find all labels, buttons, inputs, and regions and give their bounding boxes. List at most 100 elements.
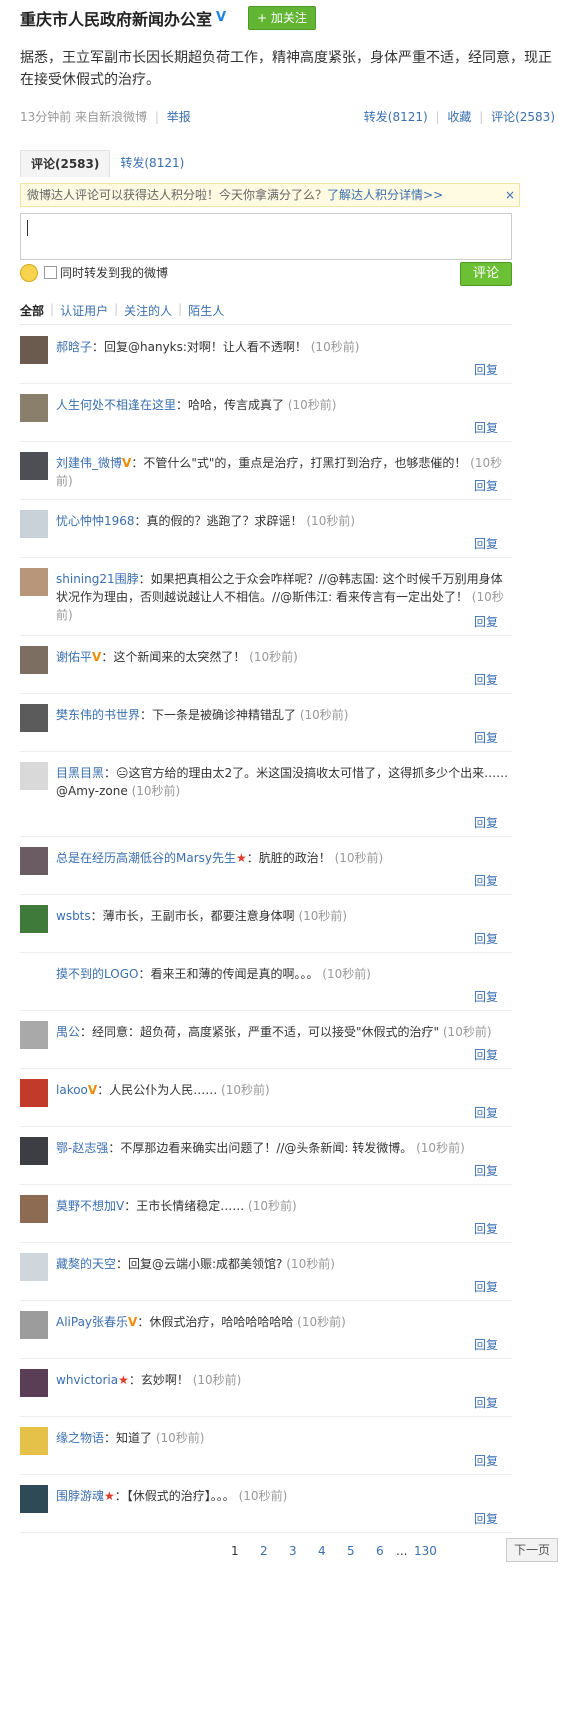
comment-username[interactable]: 郝晗子 — [56, 340, 92, 354]
favorite-link[interactable]: 收藏 — [447, 110, 471, 124]
repost-checkbox[interactable] — [44, 266, 57, 279]
comment-submit-button[interactable]: 评论 — [460, 262, 512, 286]
reply-link[interactable]: 回复 — [474, 1452, 498, 1469]
comment-username[interactable]: lakoo — [56, 1083, 88, 1097]
reply-link[interactable]: 回复 — [474, 477, 498, 494]
next-page-button[interactable]: 下一页 — [506, 1538, 558, 1562]
avatar[interactable] — [20, 1485, 48, 1513]
page-link-4[interactable]: 4 — [318, 1544, 326, 1558]
comment-username[interactable]: 藏獒的天空 — [56, 1257, 116, 1271]
comment-input[interactable] — [20, 213, 512, 260]
page-link-1[interactable]: 1 — [231, 1544, 239, 1558]
comment-username[interactable]: 刘建伟_微博 — [56, 456, 122, 470]
comment-username[interactable]: 缘之物语 — [56, 1431, 104, 1445]
reply-link[interactable]: 回复 — [474, 1336, 498, 1353]
comment-username[interactable]: whvictoria — [56, 1373, 118, 1387]
reply-link[interactable]: 回复 — [474, 1510, 498, 1527]
comment-username[interactable]: wsbts — [56, 909, 91, 923]
reply-link[interactable]: 回复 — [474, 671, 498, 688]
filter-all[interactable]: 全部 — [20, 302, 44, 319]
reply-link[interactable]: 回复 — [474, 1394, 498, 1411]
tab-bar: 评论(2583) 转发(8121) — [20, 150, 556, 177]
avatar[interactable] — [20, 1021, 48, 1049]
reply-link[interactable]: 回复 — [474, 419, 498, 436]
comment-body: ：知道了 — [104, 1431, 153, 1445]
comment-username[interactable]: 禺公 — [56, 1025, 80, 1039]
avatar[interactable] — [20, 1253, 48, 1281]
verified-icon: V — [128, 1315, 138, 1329]
comment-row: wsbts：薄市长，王副市长，都要注意身体啊 (10秒前) 回复 — [20, 895, 512, 953]
reply-link[interactable]: 回复 — [474, 930, 498, 947]
post-header: 重庆市人民政府新闻办公室 V + 加关注 — [20, 6, 316, 30]
page-link-2[interactable]: 2 — [260, 1544, 268, 1558]
reply-link[interactable]: 回复 — [474, 1162, 498, 1179]
report-link[interactable]: 举报 — [167, 110, 191, 124]
comment-username[interactable]: 樊东伟的书世界 — [56, 708, 140, 722]
close-icon[interactable]: × — [505, 184, 515, 206]
avatar[interactable] — [20, 1079, 48, 1107]
tab-comments[interactable]: 评论(2583) — [20, 150, 111, 177]
avatar[interactable] — [20, 510, 48, 538]
page-link-last[interactable]: 130 — [414, 1544, 437, 1558]
comment-row: 禺公：经同意：超负荷，高度紧张，严重不适，可以接受"休假式的治疗" (10秒前)… — [20, 1011, 512, 1069]
comment-username[interactable]: 忧心忡忡1968 — [56, 514, 135, 528]
comment-username[interactable]: 围脖游魂 — [56, 1489, 104, 1503]
avatar[interactable] — [20, 905, 48, 933]
comment-username[interactable]: 鄂-赵志强 — [56, 1141, 108, 1155]
comment-username[interactable]: shining21围脖 — [56, 572, 139, 586]
comment-text-block: 谢佑平V：这个新闻来的太突然了！ (10秒前) — [56, 648, 510, 666]
comment-username[interactable]: 莫野不想加V — [56, 1199, 124, 1213]
comment-username[interactable]: 目黑目黑 — [56, 766, 104, 780]
avatar[interactable] — [20, 646, 48, 674]
post-time-source[interactable]: 13分钟前 来自新浪微博 — [20, 110, 147, 124]
filter-verified[interactable]: 认证用户 — [60, 302, 108, 319]
avatar[interactable] — [20, 847, 48, 875]
account-name[interactable]: 重庆市人民政府新闻办公室 — [20, 6, 212, 30]
avatar[interactable] — [20, 1427, 48, 1455]
reply-link[interactable]: 回复 — [474, 814, 498, 831]
avatar[interactable] — [20, 336, 48, 364]
comment-body: ：不厚那边看来确实出问题了！//@头条新闻: 转发微博。 — [108, 1141, 413, 1155]
page-link-5[interactable]: 5 — [347, 1544, 355, 1558]
comment-username[interactable]: 总是在经历高潮低谷的Marsy先生 — [56, 851, 236, 865]
comment-time: (10秒前) — [412, 1141, 465, 1155]
notice-link[interactable]: 了解达人积分详情>> — [327, 188, 443, 202]
reply-link[interactable]: 回复 — [474, 1046, 498, 1063]
avatar[interactable] — [20, 963, 48, 991]
reply-link[interactable]: 回复 — [474, 872, 498, 889]
avatar[interactable] — [20, 1137, 48, 1165]
reply-link[interactable]: 回复 — [474, 535, 498, 552]
filter-stranger[interactable]: 陌生人 — [188, 302, 224, 319]
avatar[interactable] — [20, 1195, 48, 1223]
avatar[interactable] — [20, 704, 48, 732]
reply-link[interactable]: 回复 — [474, 361, 498, 378]
emoticon-icon[interactable] — [20, 264, 38, 282]
reply-link[interactable]: 回复 — [474, 988, 498, 1005]
filter-following[interactable]: 关注的人 — [124, 302, 172, 319]
page-link-6[interactable]: 6 — [376, 1544, 384, 1558]
avatar[interactable] — [20, 762, 48, 790]
repost-link[interactable]: 转发(8121) — [364, 110, 428, 124]
repost-checkbox-label[interactable]: 同时转发到我的微博 — [60, 264, 168, 281]
comment-link[interactable]: 评论(2583) — [491, 110, 555, 124]
reply-link[interactable]: 回复 — [474, 1104, 498, 1121]
reply-link[interactable]: 回复 — [474, 1278, 498, 1295]
tab-reposts[interactable]: 转发(8121) — [110, 150, 194, 176]
avatar[interactable] — [20, 452, 48, 480]
follow-button[interactable]: + 加关注 — [248, 6, 316, 30]
avatar[interactable] — [20, 568, 48, 596]
comment-text-block: 莫野不想加V：王市长情绪稳定…… (10秒前) — [56, 1197, 510, 1215]
avatar[interactable] — [20, 1369, 48, 1397]
reply-link[interactable]: 回复 — [474, 729, 498, 746]
reply-link[interactable]: 回复 — [474, 1220, 498, 1237]
page-link-3[interactable]: 3 — [289, 1544, 297, 1558]
comment-username[interactable]: 摸不到的LOGO — [56, 967, 138, 981]
comment-username[interactable]: 人生何处不相逢在这里 — [56, 398, 176, 412]
reply-link[interactable]: 回复 — [474, 613, 498, 630]
talent-star-icon: ★ — [236, 851, 247, 865]
comment-body: ：【休假式的治疗】。。。 — [114, 1489, 235, 1503]
comment-username[interactable]: 谢佑平 — [56, 650, 92, 664]
avatar[interactable] — [20, 394, 48, 422]
comment-username[interactable]: AliPay张春乐 — [56, 1315, 128, 1329]
avatar[interactable] — [20, 1311, 48, 1339]
